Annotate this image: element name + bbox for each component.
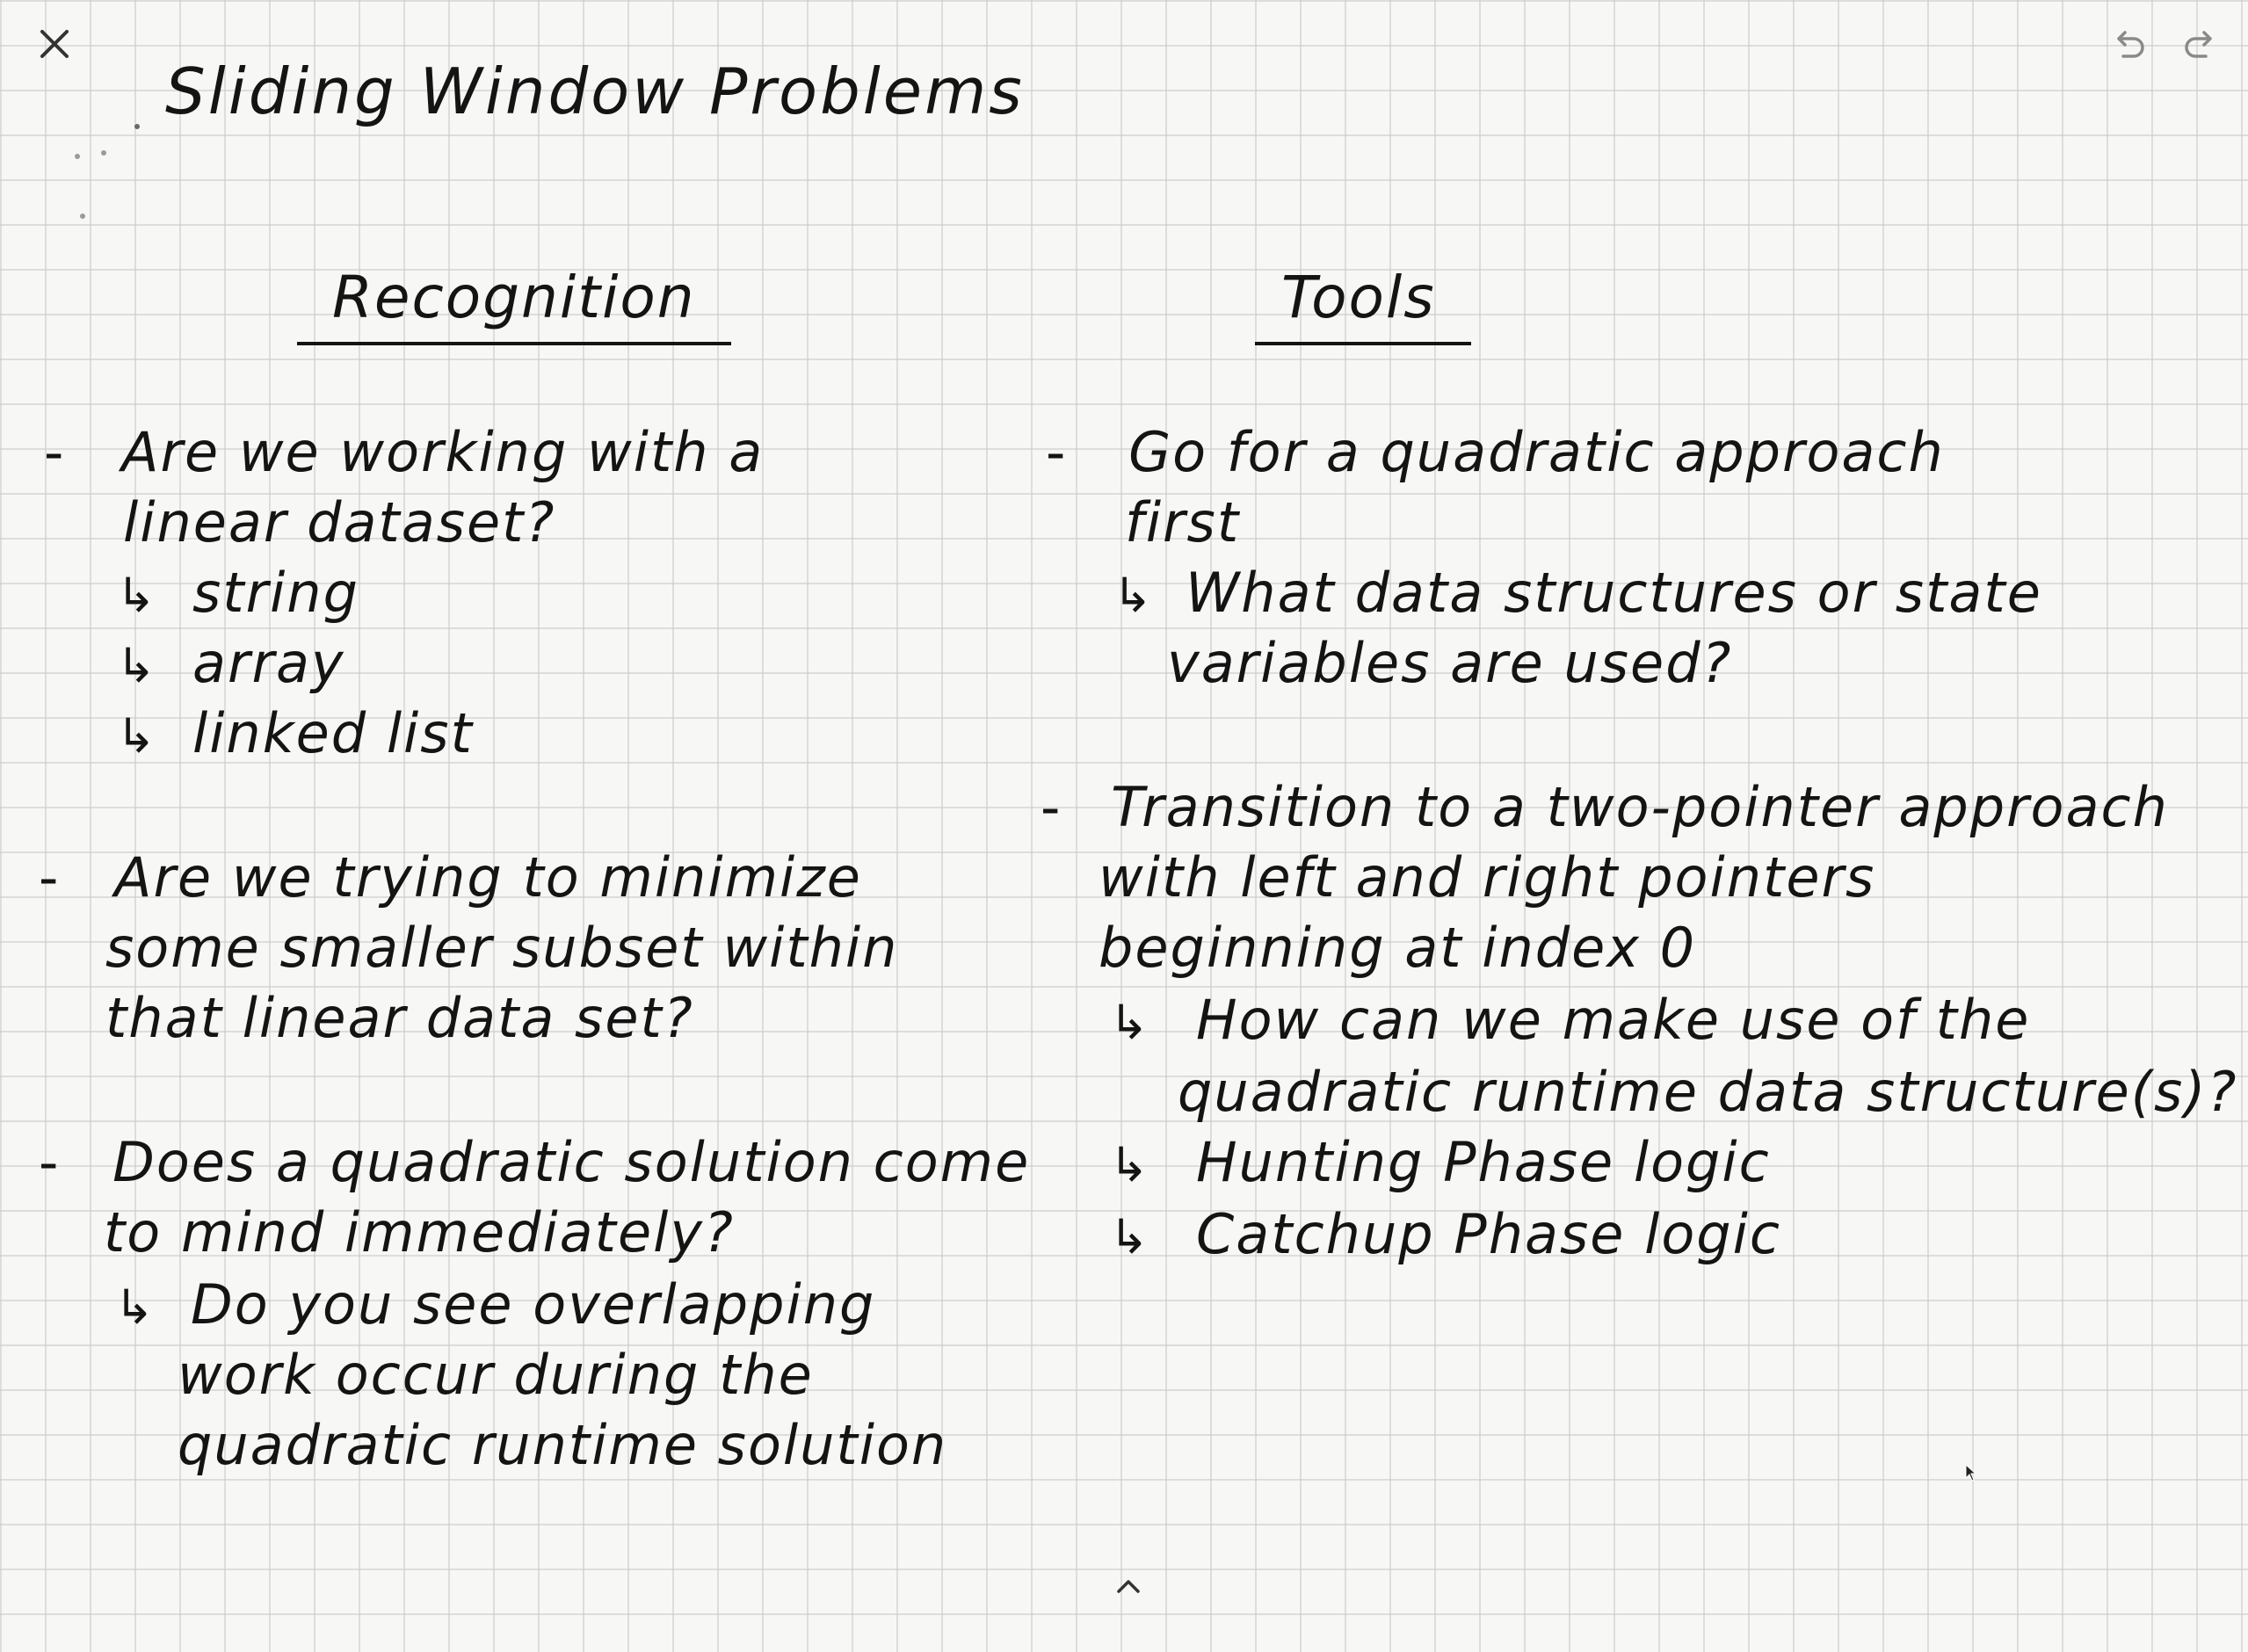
line-text: linked list <box>192 701 474 765</box>
left-line-4: ↳ array <box>116 629 345 700</box>
bullet-dash: - <box>39 845 61 909</box>
page-title: Sliding Window Problems <box>165 54 1025 128</box>
left-line-5: ↳ linked list <box>116 699 474 771</box>
bullet-dash: - <box>39 1130 61 1194</box>
line-text: How can we make use of the <box>1195 988 2031 1052</box>
right-line-3: ↳ What data structures or state <box>1113 559 2042 630</box>
redo-icon <box>2185 31 2212 58</box>
line-text: string <box>192 561 359 625</box>
stray-ink-dots <box>75 124 140 219</box>
mouse-pointer-icon <box>1965 1464 1977 1482</box>
bullet-dash: - <box>1046 420 1068 484</box>
undo-icon <box>2117 31 2144 58</box>
line-text: array <box>192 631 345 695</box>
sub-arrow-icon: ↳ <box>114 1279 156 1335</box>
left-line-11: ↳ Do you see overlapping <box>114 1271 875 1342</box>
recognition-heading: Recognition <box>297 264 731 345</box>
left-line-9: - Does a quadratic solution come <box>39 1128 1030 1197</box>
right-line-5: - Transition to a two-pointer approach <box>1041 773 2169 842</box>
expand-toolbar-button[interactable] <box>1100 1564 1157 1608</box>
sub-arrow-icon: ↳ <box>1109 1137 1151 1192</box>
bullet-dash: - <box>1041 775 1062 839</box>
right-line-8: ↳ How can we make use of the <box>1109 986 2030 1057</box>
chevron-up-icon <box>1117 1580 1140 1593</box>
close-button[interactable] <box>26 16 83 72</box>
right-line-9: quadratic runtime data structure(s)? <box>1178 1060 2238 1124</box>
left-line-3: ↳ string <box>116 559 359 630</box>
left-line-13: quadratic runtime solution <box>178 1413 948 1477</box>
line-text: Go for a quadratic approach <box>1128 420 1945 484</box>
left-line-6: - Are we trying to minimize <box>39 844 862 912</box>
left-line-2: linear dataset? <box>123 490 556 554</box>
left-line-1: - Are we working with a <box>44 418 764 487</box>
left-line-8: that linear data set? <box>105 986 694 1050</box>
line-text: Hunting Phase logic <box>1195 1130 1771 1194</box>
sub-arrow-icon: ↳ <box>1109 995 1151 1050</box>
close-icon <box>40 30 69 58</box>
right-line-7: beginning at index 0 <box>1099 916 1697 980</box>
line-text: Transition to a two-pointer approach <box>1111 775 2169 839</box>
right-line-1: - Go for a quadratic approach <box>1046 418 1945 487</box>
redo-button[interactable] <box>2172 18 2229 74</box>
sub-arrow-icon: ↳ <box>1109 1209 1151 1264</box>
left-line-10: to mind immediately? <box>104 1200 735 1264</box>
sub-arrow-icon: ↳ <box>116 708 158 764</box>
undo-button[interactable] <box>2100 18 2157 74</box>
sub-arrow-icon: ↳ <box>1113 568 1155 623</box>
left-line-7: some smaller subset within <box>105 916 899 980</box>
line-text: Do you see overlapping <box>190 1272 876 1337</box>
right-line-6: with left and right pointers <box>1099 845 1876 909</box>
bullet-dash: - <box>44 420 66 484</box>
right-line-11: ↳ Catchup Phase logic <box>1109 1200 1781 1272</box>
line-text: Are we working with a <box>121 420 765 484</box>
sub-arrow-icon: ↳ <box>116 568 158 623</box>
line-text: What data structures or state <box>1185 561 2042 625</box>
sub-arrow-icon: ↳ <box>116 638 158 693</box>
left-line-12: work occur during the <box>178 1343 814 1407</box>
right-line-10: ↳ Hunting Phase logic <box>1109 1128 1771 1199</box>
note-canvas[interactable]: Sliding Window Problems Recognition Tool… <box>0 0 2248 1652</box>
right-line-4: variables are used? <box>1167 631 1733 695</box>
line-text: Catchup Phase logic <box>1195 1202 1781 1266</box>
right-line-2: first <box>1125 490 1241 554</box>
line-text: Does a quadratic solution come <box>112 1130 1031 1194</box>
tools-heading: Tools <box>1255 264 1471 345</box>
line-text: Are we trying to minimize <box>114 845 862 909</box>
